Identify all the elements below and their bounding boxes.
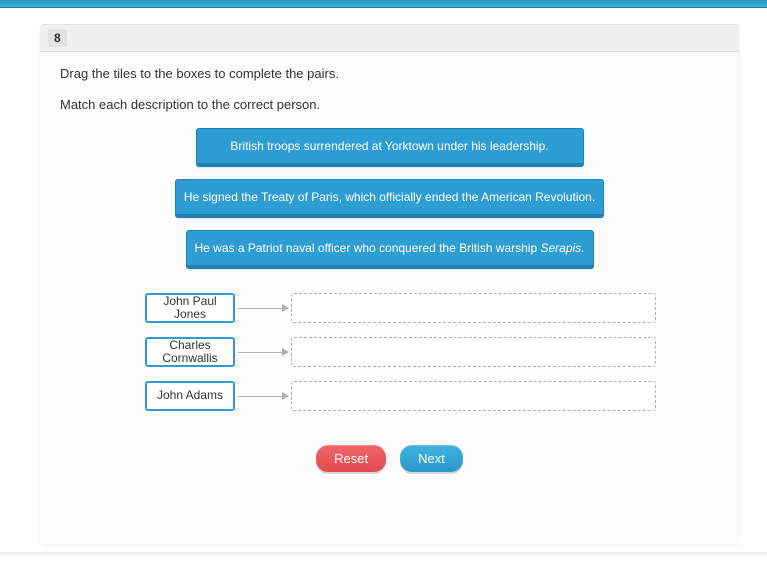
tile-text-suffix: .: [581, 241, 584, 255]
question-number: 8: [48, 29, 67, 47]
tile-text-prefix: He was a Patriot naval officer who conqu…: [195, 241, 541, 255]
instruction-line-1: Drag the tiles to the boxes to complete …: [60, 66, 719, 81]
dropzone[interactable]: [291, 381, 656, 411]
person-label-box: Charles Cornwallis: [145, 337, 235, 367]
question-header: 8: [40, 24, 739, 52]
arrow-icon: [238, 308, 288, 309]
person-label-box: John Paul Jones: [145, 293, 235, 323]
pair-row: John Adams: [145, 381, 656, 411]
arrow-icon: [238, 396, 288, 397]
draggable-tile[interactable]: He signed the Treaty of Paris, which off…: [175, 179, 604, 218]
draggable-tile[interactable]: He was a Patriot naval officer who conqu…: [186, 230, 594, 269]
question-panel: 8 Drag the tiles to the boxes to complet…: [40, 24, 739, 544]
topbar: [0, 0, 767, 8]
bottom-shadow: [0, 552, 767, 558]
pairs-area: John Paul Jones Charles Cornwallis John …: [40, 293, 739, 411]
instructions-block: Drag the tiles to the boxes to complete …: [40, 52, 739, 112]
pair-row: John Paul Jones: [145, 293, 656, 323]
person-label-box: John Adams: [145, 381, 235, 411]
arrow-icon: [238, 352, 288, 353]
reset-button[interactable]: Reset: [316, 445, 386, 472]
pair-row: Charles Cornwallis: [145, 337, 656, 367]
dropzone[interactable]: [291, 337, 656, 367]
draggable-tile[interactable]: British troops surrendered at Yorktown u…: [196, 128, 584, 167]
next-button[interactable]: Next: [400, 445, 463, 472]
instruction-line-2: Match each description to the correct pe…: [60, 97, 719, 112]
tile-text-italic: Serapis: [540, 241, 581, 255]
controls-row: Reset Next: [40, 445, 739, 472]
tiles-area: British troops surrendered at Yorktown u…: [40, 128, 739, 269]
dropzone[interactable]: [291, 293, 656, 323]
